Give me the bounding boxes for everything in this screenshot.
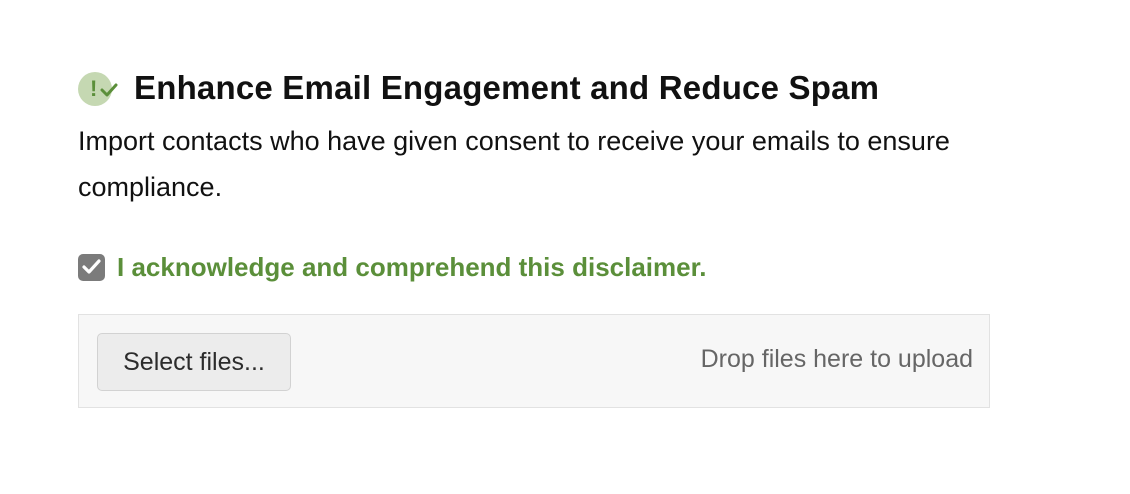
- consent-check-icon: !: [78, 70, 122, 106]
- section-description: Import contacts who have given consent t…: [78, 126, 950, 202]
- select-files-button[interactable]: Select files...: [97, 333, 291, 391]
- checkbox-check-icon: [82, 259, 101, 274]
- checkmark-icon: [100, 83, 118, 97]
- section-heading: ! Enhance Email Engagement and Reduce Sp…: [78, 68, 1078, 108]
- consent-section: ! Enhance Email Engagement and Reduce Sp…: [78, 68, 1078, 284]
- file-drop-zone[interactable]: Select files... Drop files here to uploa…: [78, 314, 990, 408]
- acknowledge-label[interactable]: I acknowledge and comprehend this discla…: [117, 252, 707, 283]
- drop-hint-text: Drop files here to upload: [700, 345, 973, 373]
- exclamation-glyph: !: [90, 76, 98, 101]
- acknowledge-row[interactable]: I acknowledge and comprehend this discla…: [78, 250, 1078, 284]
- acknowledge-checkbox[interactable]: [78, 253, 105, 281]
- section-title: Enhance Email Engagement and Reduce Spam: [134, 69, 880, 106]
